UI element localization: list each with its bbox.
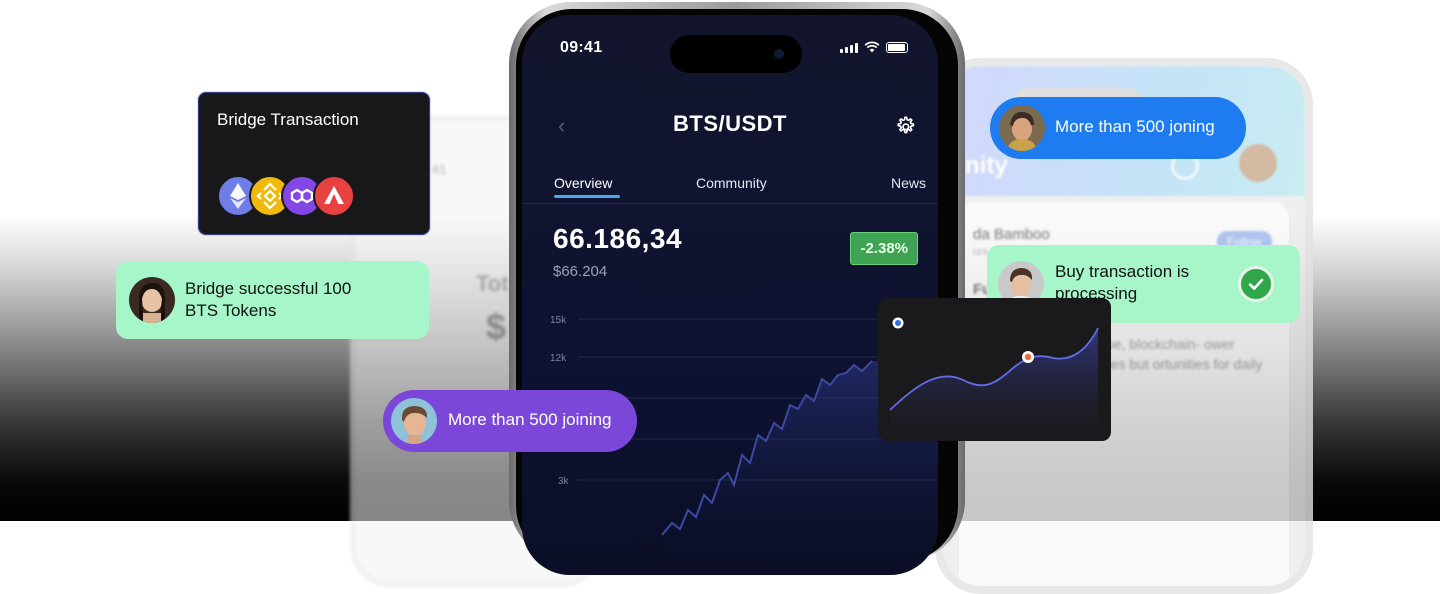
wifi-icon	[864, 41, 880, 53]
avatar	[129, 277, 175, 323]
check-icon	[1238, 266, 1274, 302]
joining-toast-blue[interactable]: More than 500 joning	[990, 97, 1246, 159]
camera-icon	[774, 49, 784, 59]
main-phone: 09:41 ‹ BTS/USDT Overview Community News…	[509, 2, 965, 575]
back-left-label: Tot	[476, 271, 509, 296]
avatar	[999, 105, 1045, 151]
active-tab-indicator	[554, 195, 620, 198]
price-usd: $66.204	[553, 263, 608, 280]
page-title: BTS/USDT	[673, 111, 787, 136]
battery-icon	[886, 42, 908, 53]
status-icons	[840, 41, 908, 53]
joining-text-blue: More than 500 joning	[1055, 117, 1215, 136]
avatar	[391, 398, 437, 444]
bridge-success-toast[interactable]: Bridge successful 100 BTS Tokens	[116, 261, 429, 339]
dynamic-island	[670, 35, 802, 73]
community-title: nity	[965, 152, 1008, 179]
chart-tick-15k: 15k	[550, 315, 567, 326]
joining-toast-purple[interactable]: More than 500 joining	[383, 390, 637, 452]
gear-icon[interactable]	[894, 115, 916, 137]
bridge-success-text: Bridge successful 100 BTS Tokens	[185, 279, 352, 320]
post-username: da Bamboo	[973, 226, 1050, 243]
mini-line-chart	[889, 317, 1099, 441]
price-value: 66.186,34	[553, 223, 683, 254]
chart-tick-12k: 12k	[550, 353, 567, 364]
tab-bar: Overview Community News	[522, 173, 938, 204]
back-left-corner-text: 41	[431, 161, 447, 177]
joining-text-purple: More than 500 joining	[448, 410, 612, 429]
bridge-card-title: Bridge Transaction	[217, 110, 359, 129]
bridge-transaction-card[interactable]: Bridge Transaction	[198, 92, 430, 235]
tab-community[interactable]: Community	[696, 175, 767, 191]
tab-news[interactable]: News	[891, 175, 926, 191]
status-time: 09:41	[560, 39, 603, 56]
chart-tick-3k: 3k	[558, 476, 570, 487]
tab-overview[interactable]: Overview	[554, 175, 612, 191]
signal-icon	[840, 43, 858, 53]
back-left-amount: $	[486, 306, 507, 347]
phone-screen: 09:41 ‹ BTS/USDT Overview Community News…	[522, 15, 938, 575]
token-icons	[217, 175, 357, 217]
avatar	[1239, 144, 1277, 182]
change-badge: -2.38%	[850, 232, 918, 265]
avalanche-icon	[313, 175, 355, 217]
mini-chart-card	[878, 298, 1111, 441]
